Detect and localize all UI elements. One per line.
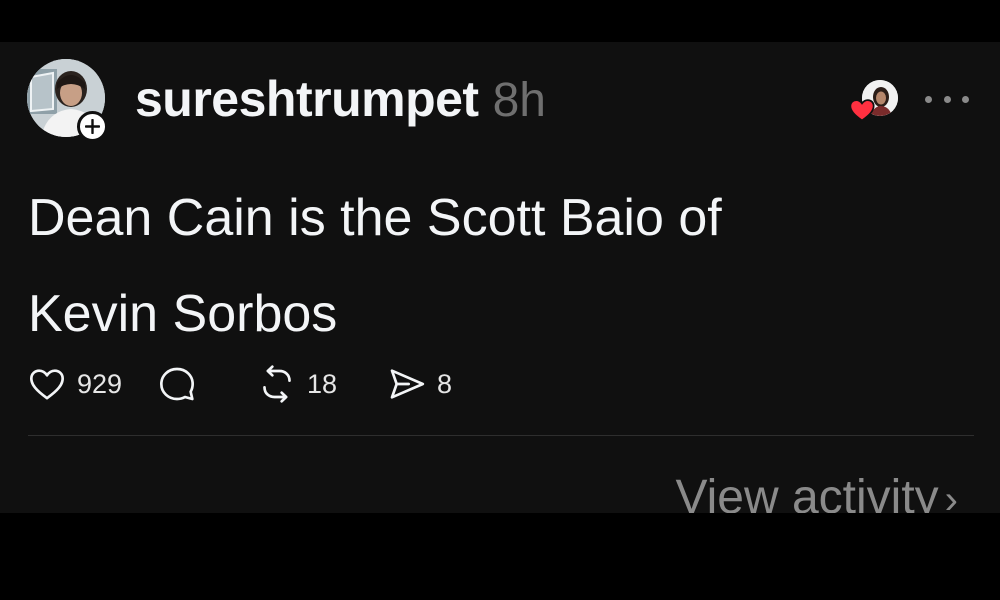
heart-filled-icon [849, 99, 875, 122]
more-horizontal-icon [925, 95, 932, 103]
more-options-button[interactable] [925, 89, 969, 109]
thread-post: sureshtrumpet 8h Dean Cain is the Scott … [0, 42, 1000, 513]
share-button[interactable]: 8 [387, 364, 477, 404]
plus-icon [85, 119, 100, 134]
post-text-line-2: Kevin Sorbos [28, 285, 338, 343]
post-body: Dean Cain is the Scott Baio of Kevin Sor… [28, 170, 928, 362]
like-count: 929 [77, 368, 123, 399]
repost-count: 18 [307, 368, 338, 399]
bottom-black-band [0, 513, 1000, 600]
view-activity-label: View activity [675, 471, 939, 513]
username[interactable]: sureshtrumpet [135, 70, 479, 128]
repost-arrows-icon [263, 365, 291, 403]
repost-button[interactable]: 18 [257, 364, 387, 404]
top-black-band [0, 0, 1000, 42]
author-avatar-group[interactable] [27, 59, 109, 142]
divider [28, 435, 974, 436]
view-activity-link[interactable]: View activity › [675, 470, 958, 513]
follow-button[interactable] [77, 111, 108, 142]
action-bar: 929 18 8 [27, 364, 477, 404]
share-count: 8 [437, 368, 453, 399]
post-text-line-1: Dean Cain is the Scott Baio of [28, 189, 722, 247]
heart-outline-icon [30, 369, 64, 400]
like-button[interactable]: 929 [27, 364, 157, 404]
send-icon [390, 369, 425, 399]
speech-bubble-icon [160, 367, 194, 401]
post-timestamp: 8h [492, 74, 546, 127]
chevron-right-icon: › [944, 478, 958, 513]
reply-button[interactable] [157, 364, 257, 404]
liked-by-indicator[interactable] [848, 80, 902, 124]
post-header: sureshtrumpet 8h [135, 70, 546, 130]
